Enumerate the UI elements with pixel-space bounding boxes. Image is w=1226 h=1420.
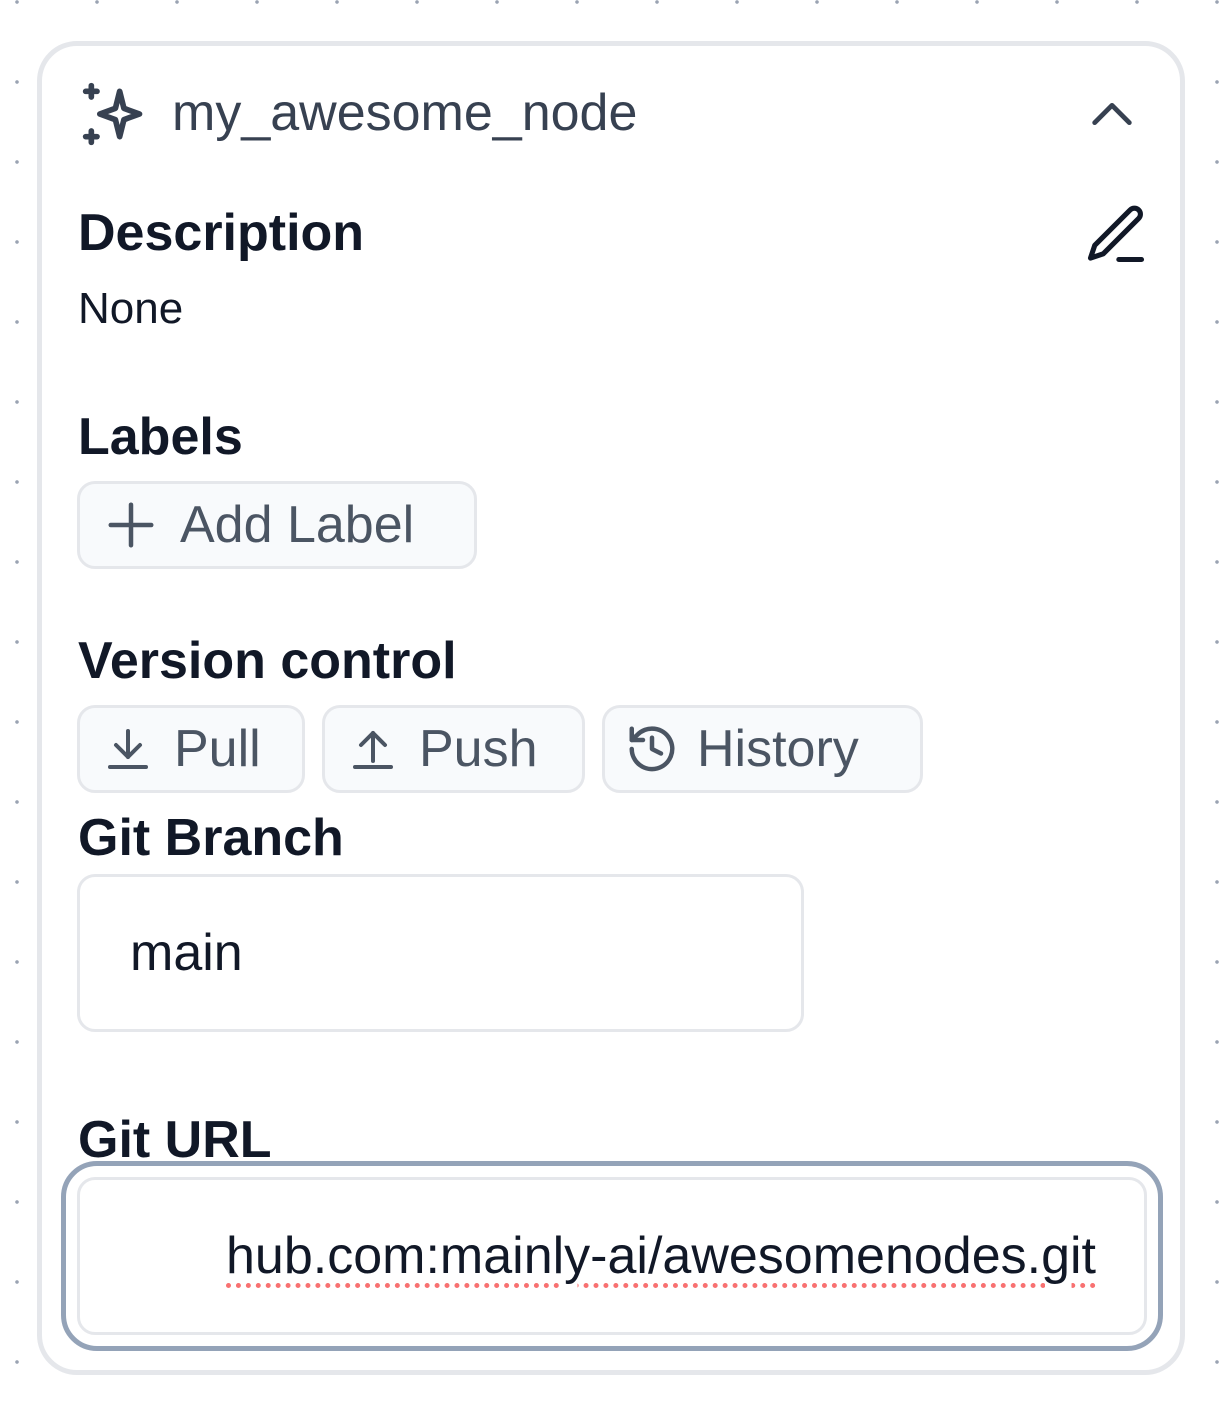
arrow-up-from-line-icon [353, 731, 393, 769]
history-icon [629, 726, 675, 772]
labels-label: Labels [78, 408, 243, 466]
push-button[interactable]: Push [322, 705, 585, 793]
history-label: History [697, 720, 859, 778]
plus-icon [108, 502, 154, 548]
sparkles-icon [80, 80, 148, 148]
pencil-icon[interactable] [1082, 200, 1150, 268]
arrow-down-to-line-icon [108, 729, 148, 769]
node-title: my_awesome_node [172, 84, 638, 142]
description-label: Description [78, 204, 365, 262]
pull-label: Pull [174, 720, 261, 778]
add-label-text: Add Label [180, 496, 415, 554]
push-label: Push [419, 720, 538, 778]
git-url-input[interactable]: hub.com:mainly-ai/awesomenodes.git [77, 1177, 1147, 1335]
git-url-value: hub.com:mainly-ai/awesomenodes.git [226, 1227, 1096, 1285]
description-value: None [78, 284, 184, 333]
add-label-button[interactable]: Add Label [77, 481, 477, 569]
git-branch-label: Git Branch [78, 809, 344, 867]
git-branch-input[interactable] [77, 874, 804, 1032]
history-button[interactable]: History [602, 705, 923, 793]
version-control-label: Version control [78, 632, 457, 690]
chevron-up-icon[interactable] [1084, 88, 1140, 140]
pull-button[interactable]: Pull [77, 705, 305, 793]
